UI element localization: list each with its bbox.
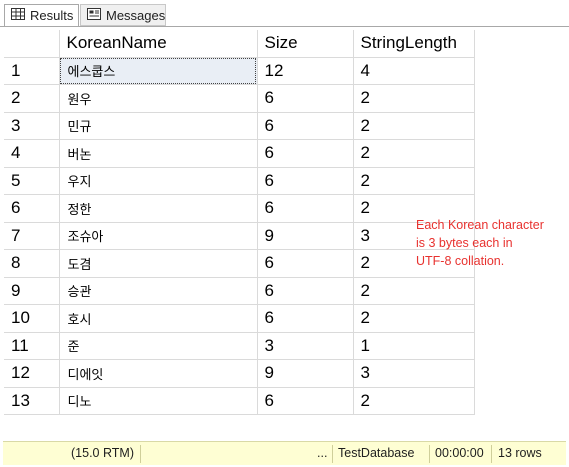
stringlength-cell[interactable]: 2 [353, 277, 475, 305]
table-row[interactable]: 3 민규 6 2 [4, 112, 475, 140]
size-cell[interactable]: 6 [257, 167, 354, 195]
results-tab-bar: Results Messages [0, 0, 569, 27]
row-number-cell[interactable]: 1 [4, 57, 60, 85]
row-number-cell[interactable]: 5 [4, 167, 60, 195]
table-row[interactable]: 11 준 3 1 [4, 332, 475, 360]
stringlength-cell[interactable]: 2 [353, 112, 475, 140]
annotation-note: Each Korean character is 3 bytes each in… [416, 216, 566, 270]
server-version: (15.0 RTM) [71, 446, 134, 460]
row-number-cell[interactable]: 10 [4, 304, 60, 333]
koreanname-cell[interactable]: 조슈아 [59, 222, 258, 250]
row-number-cell[interactable]: 8 [4, 249, 60, 278]
table-row[interactable]: 1 에스쿱스 12 4 [4, 57, 475, 85]
size-cell[interactable]: 6 [257, 84, 354, 113]
table-row[interactable]: 2 원우 6 2 [4, 84, 475, 113]
status-separator [491, 445, 492, 463]
stringlength-cell[interactable]: 1 [353, 332, 475, 360]
stringlength-cell[interactable]: 4 [353, 57, 475, 85]
row-number-cell[interactable]: 7 [4, 222, 60, 250]
annotation-line: UTF-8 collation. [416, 254, 505, 268]
size-cell[interactable]: 6 [257, 387, 354, 415]
results-grid-area[interactable]: KoreanName Size StringLength 1 에스쿱스 12 4 2 원우… [4, 27, 565, 439]
koreanname-cell[interactable]: 민규 [59, 112, 258, 140]
status-separator [332, 445, 333, 463]
size-cell[interactable]: 6 [257, 194, 354, 223]
row-number-cell[interactable]: 13 [4, 387, 60, 415]
koreanname-cell[interactable]: 정한 [59, 194, 258, 223]
database-name: TestDatabase [338, 446, 415, 460]
status-separator [140, 445, 141, 463]
column-header-size[interactable]: Size [257, 30, 354, 58]
koreanname-cell[interactable]: 승관 [59, 277, 258, 305]
status-bar: (15.0 RTM) ... TestDatabase 00:00:00 13 … [3, 441, 566, 465]
stringlength-cell[interactable]: 2 [353, 167, 475, 195]
messages-icon [87, 7, 101, 23]
table-row[interactable]: 9 승관 6 2 [4, 277, 475, 305]
table-row[interactable]: 12 디에잇 9 3 [4, 359, 475, 388]
row-number-header[interactable] [4, 30, 60, 58]
size-cell[interactable]: 6 [257, 139, 354, 168]
tab-results-label: Results [30, 8, 74, 23]
table-row[interactable]: 7 조슈아 9 3 [4, 222, 475, 250]
size-cell[interactable]: 12 [257, 57, 354, 85]
size-cell[interactable]: 6 [257, 304, 354, 333]
koreanname-cell[interactable]: 준 [59, 332, 258, 360]
stringlength-cell[interactable]: 2 [353, 304, 475, 333]
size-cell[interactable]: 6 [257, 112, 354, 140]
row-number-cell[interactable]: 11 [4, 332, 60, 360]
koreanname-cell[interactable]: 디노 [59, 387, 258, 415]
table-row[interactable]: 6 정한 6 2 [4, 194, 475, 223]
stringlength-cell[interactable]: 3 [353, 359, 475, 388]
annotation-line: Each Korean character [416, 218, 544, 232]
results-grid[interactable]: KoreanName Size StringLength 1 에스쿱스 12 4 2 원우… [4, 30, 475, 415]
table-row[interactable]: 4 버논 6 2 [4, 139, 475, 168]
elapsed-time: 00:00:00 [435, 446, 484, 460]
koreanname-cell[interactable]: 에스쿱스 [59, 57, 258, 85]
column-header-stringlength[interactable]: StringLength [353, 30, 475, 58]
annotation-line: is 3 bytes each in [416, 236, 513, 250]
tab-results[interactable]: Results [4, 4, 79, 27]
row-number-cell[interactable]: 4 [4, 139, 60, 168]
table-row[interactable]: 13 디노 6 2 [4, 387, 475, 415]
row-number-cell[interactable]: 6 [4, 194, 60, 223]
row-number-cell[interactable]: 2 [4, 84, 60, 113]
koreanname-cell[interactable]: 호시 [59, 304, 258, 333]
tab-messages[interactable]: Messages [80, 4, 166, 26]
size-cell[interactable]: 6 [257, 249, 354, 278]
table-row[interactable]: 10 호시 6 2 [4, 304, 475, 333]
koreanname-cell[interactable]: 디에잇 [59, 359, 258, 388]
size-cell[interactable]: 9 [257, 359, 354, 388]
row-number-cell[interactable]: 9 [4, 277, 60, 305]
koreanname-cell[interactable]: 원우 [59, 84, 258, 113]
status-separator [429, 445, 430, 463]
size-cell[interactable]: 9 [257, 222, 354, 250]
header-row: KoreanName Size StringLength [4, 30, 475, 58]
row-count: 13 rows [498, 446, 542, 460]
table-row[interactable]: 8 도겸 6 2 [4, 249, 475, 278]
tab-messages-label: Messages [106, 7, 166, 23]
stringlength-cell[interactable]: 2 [353, 139, 475, 168]
stringlength-cell[interactable]: 2 [353, 84, 475, 113]
stringlength-cell[interactable]: 2 [353, 387, 475, 415]
table-row[interactable]: 5 우지 6 2 [4, 167, 475, 195]
size-cell[interactable]: 3 [257, 332, 354, 360]
row-number-cell[interactable]: 12 [4, 359, 60, 388]
koreanname-cell[interactable]: 도겸 [59, 249, 258, 278]
column-header-koreanname[interactable]: KoreanName [59, 30, 258, 58]
size-cell[interactable]: 6 [257, 277, 354, 305]
koreanname-cell[interactable]: 우지 [59, 167, 258, 195]
row-number-cell[interactable]: 3 [4, 112, 60, 140]
grid-icon [11, 8, 25, 23]
koreanname-cell[interactable]: 버논 [59, 139, 258, 168]
status-ellipsis: ... [317, 446, 328, 460]
